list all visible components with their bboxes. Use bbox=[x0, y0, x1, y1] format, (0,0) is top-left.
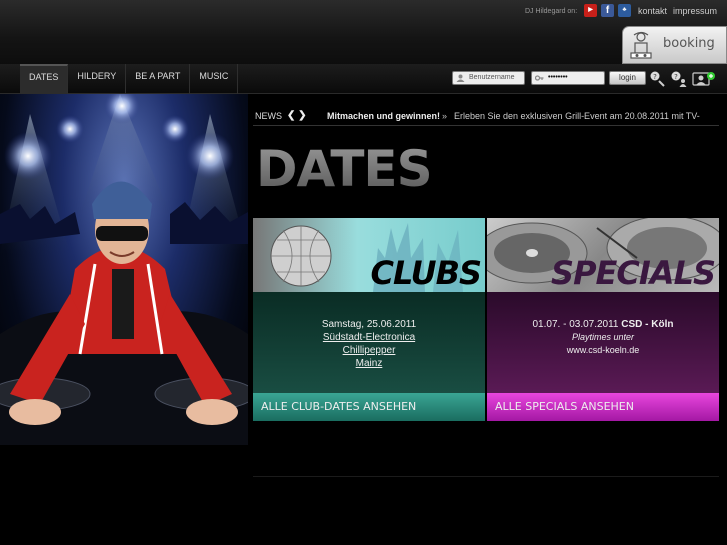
svg-text:?: ? bbox=[653, 73, 657, 81]
clubs-panel: CLUBS Samstag, 25.06.2011 Südstadt-Elect… bbox=[253, 218, 485, 421]
clubs-event: Samstag, 25.06.2011 Südstadt-Electronica… bbox=[253, 292, 485, 393]
page-title: DATES bbox=[256, 140, 433, 198]
specials-url-link[interactable]: www.csd-koeln.de bbox=[487, 344, 719, 357]
clubs-date: Samstag, 25.06.2011 bbox=[321, 319, 417, 330]
news-headline[interactable]: Mitmachen und gewinnen! bbox=[327, 106, 440, 125]
all-specials-button[interactable]: ALLE SPECIALS ANSEHEN bbox=[487, 393, 719, 421]
user-icon bbox=[456, 74, 465, 82]
specials-date-line: 01.07. - 03.07.2011 CSD - Köln bbox=[487, 318, 719, 331]
nav-item-music[interactable]: MUSIC bbox=[190, 64, 239, 94]
clubs-city-link[interactable]: Mainz bbox=[253, 357, 485, 370]
youtube-icon[interactable]: ▶ bbox=[584, 4, 597, 17]
main-nav: DATES HILDERY BE A PART MUSIC bbox=[20, 64, 239, 94]
login-button[interactable]: login bbox=[609, 71, 646, 85]
news-ticker: NEWS ❮ ❯ Mitmachen und gewinnen! » Erleb… bbox=[253, 106, 719, 126]
news-separator: » bbox=[442, 111, 448, 121]
clubs-banner-title: CLUBS bbox=[370, 254, 482, 292]
help-user-icon[interactable]: ? bbox=[670, 71, 688, 87]
booking-label: booking bbox=[663, 36, 715, 51]
myspace-icon[interactable]: ♣ bbox=[618, 4, 631, 17]
key-icon bbox=[535, 75, 544, 81]
username-field[interactable]: Benutzername bbox=[452, 71, 525, 85]
news-arrows[interactable]: ❮ ❯ bbox=[287, 106, 307, 125]
password-value: •••••••• bbox=[548, 74, 568, 81]
username-placeholder: Benutzername bbox=[469, 74, 515, 81]
dj-hero-image bbox=[0, 94, 248, 445]
dj-on-label: DJ Hildegard on: bbox=[525, 8, 578, 15]
register-user-icon[interactable] bbox=[692, 71, 716, 87]
kontakt-link[interactable]: kontakt bbox=[638, 6, 667, 16]
news-label: NEWS bbox=[255, 111, 282, 121]
booking-tab[interactable]: booking bbox=[622, 26, 727, 64]
clubs-venue-link[interactable]: Chillipepper bbox=[253, 344, 485, 357]
all-club-dates-button[interactable]: ALLE CLUB-DATES ANSEHEN bbox=[253, 393, 485, 421]
password-field[interactable]: •••••••• bbox=[531, 71, 605, 85]
facebook-icon[interactable]: f bbox=[601, 4, 614, 17]
dj-figure-icon bbox=[630, 31, 652, 59]
specials-note: Playtimes unter bbox=[571, 332, 635, 342]
news-text[interactable]: Erleben Sie den exklusiven Grill-Event a… bbox=[454, 106, 700, 125]
nav-item-hildery[interactable]: HILDERY bbox=[68, 64, 127, 94]
svg-text:?: ? bbox=[674, 73, 678, 81]
clubs-banner: CLUBS bbox=[253, 218, 485, 292]
specials-panel: SPECIALS 01.07. - 03.07.2011 CSD - Köln … bbox=[487, 218, 719, 421]
divider bbox=[253, 476, 719, 477]
help-key-icon[interactable]: ? bbox=[649, 71, 667, 87]
clubs-event-link[interactable]: Südstadt-Electronica bbox=[253, 331, 485, 344]
specials-banner-title: SPECIALS bbox=[551, 254, 716, 292]
specials-banner: SPECIALS bbox=[487, 218, 719, 292]
specials-event-name: CSD - Köln bbox=[621, 319, 674, 330]
dj-illustration bbox=[0, 94, 248, 445]
nav-item-be-a-part[interactable]: BE A PART bbox=[126, 64, 191, 94]
specials-event: 01.07. - 03.07.2011 CSD - Köln Playtimes… bbox=[487, 292, 719, 393]
header: DJ Hildegard on: ▶ f ♣ kontakt impressum… bbox=[0, 0, 727, 64]
nav-item-dates[interactable]: DATES bbox=[20, 64, 69, 94]
specials-date: 01.07. - 03.07.2011 bbox=[532, 319, 619, 330]
impressum-link[interactable]: impressum bbox=[673, 6, 717, 16]
